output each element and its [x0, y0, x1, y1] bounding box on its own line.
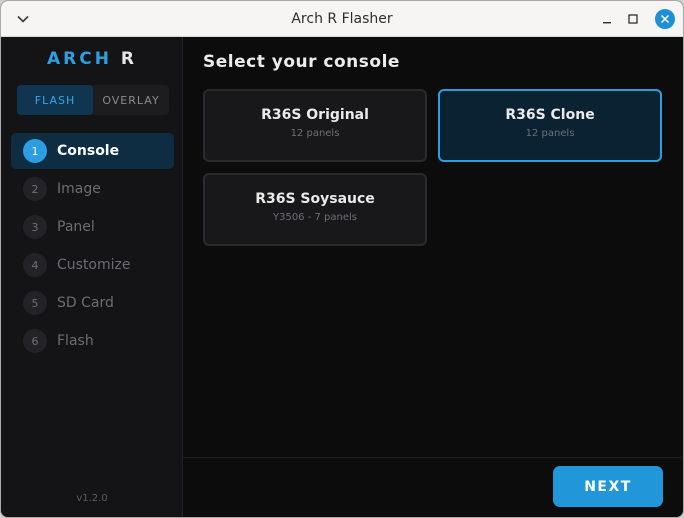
mode-overlay-tab[interactable]: OVERLAY — [93, 85, 169, 115]
footer-divider — [183, 457, 683, 458]
close-icon — [660, 14, 670, 24]
step-label: Console — [57, 143, 120, 159]
close-button[interactable] — [655, 9, 675, 29]
step-number: 3 — [23, 215, 47, 239]
maximize-icon — [628, 14, 638, 24]
app-window: Arch R Flasher ARCH R FLASH OVERLAY 1 Co… — [0, 0, 684, 518]
logo-text-arch: ARCH — [47, 49, 112, 69]
step-console[interactable]: 1 Console — [11, 133, 174, 169]
step-sd-card[interactable]: 5 SD Card — [11, 285, 174, 321]
console-card-r36s-soysauce[interactable]: R36S Soysauce Y3506 - 7 panels — [203, 173, 427, 246]
step-number: 2 — [23, 177, 47, 201]
step-image[interactable]: 2 Image — [11, 171, 174, 207]
step-label: Image — [57, 181, 101, 197]
console-card-subtitle: Y3506 - 7 panels — [272, 212, 358, 223]
step-label: Flash — [57, 333, 94, 349]
app-logo: ARCH R — [1, 49, 183, 69]
console-card-title: R36S Soysauce — [255, 191, 375, 207]
step-customize[interactable]: 4 Customize — [11, 247, 174, 283]
mode-flash-tab[interactable]: FLASH — [17, 85, 93, 115]
console-card-title: R36S Original — [261, 107, 369, 123]
console-card-title: R36S Clone — [505, 107, 595, 123]
step-number: 5 — [23, 291, 47, 315]
step-list: 1 Console 2 Image 3 Panel 4 Customize 5 … — [11, 133, 174, 361]
sidebar: ARCH R FLASH OVERLAY 1 Console 2 Image 3… — [1, 37, 183, 517]
console-card-subtitle: 12 panels — [525, 128, 575, 139]
window-title: Arch R Flasher — [291, 11, 393, 27]
console-card-r36s-clone[interactable]: R36S Clone 12 panels — [438, 89, 662, 162]
logo-text-r: R — [120, 49, 137, 69]
step-number: 4 — [23, 253, 47, 277]
minimize-icon — [603, 22, 611, 24]
step-label: Customize — [57, 257, 131, 273]
maximize-button[interactable] — [623, 9, 643, 29]
title-bar: Arch R Flasher — [1, 1, 683, 37]
step-number: 6 — [23, 329, 47, 353]
minimize-button[interactable] — [597, 9, 617, 29]
step-label: SD Card — [57, 295, 114, 311]
version-label: v1.2.0 — [76, 493, 108, 504]
main-content: Select your console R36S Original 12 pan… — [183, 37, 683, 517]
mode-toggle: FLASH OVERLAY — [17, 85, 169, 115]
step-number: 1 — [23, 139, 47, 163]
step-flash[interactable]: 6 Flash — [11, 323, 174, 359]
step-label: Panel — [57, 219, 95, 235]
next-button[interactable]: NEXT — [553, 466, 663, 507]
page-title: Select your console — [203, 52, 400, 72]
console-card-r36s-original[interactable]: R36S Original 12 panels — [203, 89, 427, 162]
console-card-subtitle: 12 panels — [290, 128, 340, 139]
step-panel[interactable]: 3 Panel — [11, 209, 174, 245]
